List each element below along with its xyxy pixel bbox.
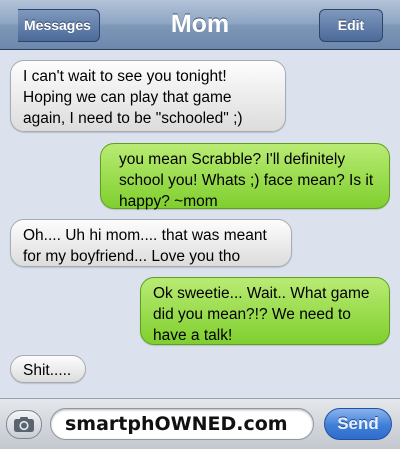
navigation-bar: Messages Mom Edit bbox=[0, 0, 400, 50]
message-input[interactable]: smartphOWNED.com bbox=[50, 408, 314, 440]
camera-icon bbox=[14, 417, 34, 432]
message-bubble-outgoing[interactable]: Ok sweetie... Wait.. What game did you m… bbox=[140, 277, 390, 345]
message-bubble-incoming[interactable]: Shit..... bbox=[10, 355, 86, 383]
edit-button[interactable]: Edit bbox=[319, 9, 383, 42]
send-button[interactable]: Send bbox=[324, 408, 392, 440]
camera-button[interactable] bbox=[6, 410, 42, 439]
message-bubble-incoming[interactable]: I can't wait to see you tonight! Hoping … bbox=[10, 60, 286, 132]
message-bubble-incoming[interactable]: Oh.... Uh hi mom.... that was meant for … bbox=[10, 219, 292, 267]
message-composer: smartphOWNED.com Send bbox=[0, 398, 400, 449]
message-bubble-outgoing[interactable]: you mean Scrabble? I'll definitely schoo… bbox=[100, 143, 390, 210]
